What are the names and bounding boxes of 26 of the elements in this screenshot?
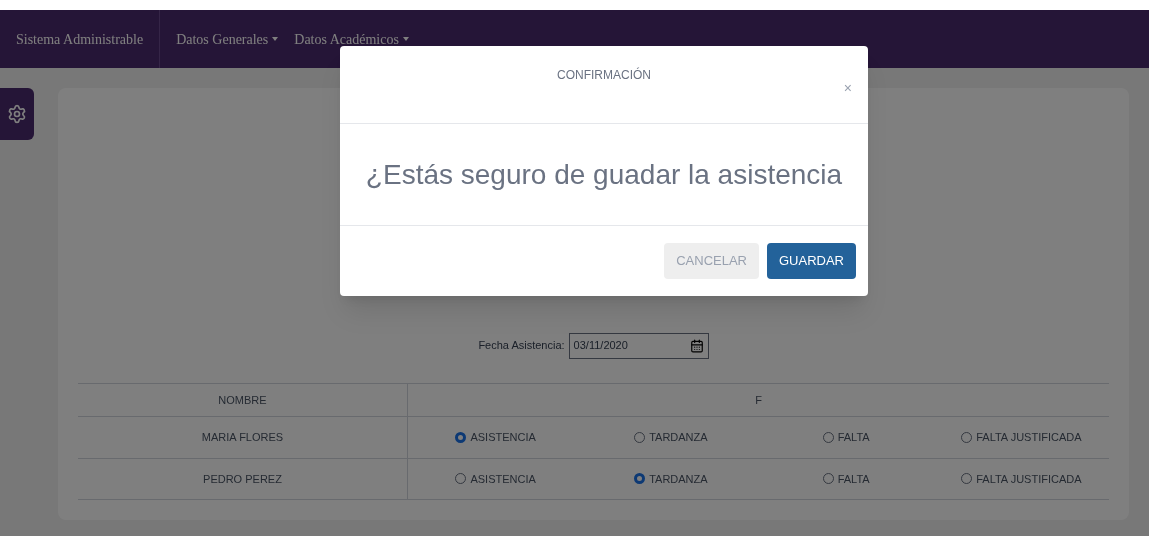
- dialog-title: CONFIRMACIÓN: [557, 66, 651, 84]
- settings-button[interactable]: [0, 88, 34, 140]
- attendance-radio[interactable]: TARDANZA: [634, 429, 708, 446]
- dialog-message: ¿Estás seguro de guadar la asistencia: [365, 157, 843, 192]
- attendance-radio[interactable]: FALTA JUSTIFICADA: [961, 470, 1082, 487]
- name-cell: MARIA FLORES: [78, 417, 408, 459]
- column-header: NOMBRE: [78, 383, 408, 417]
- attendance-radio[interactable]: ASISTENCIA: [455, 429, 536, 446]
- attendance-radio[interactable]: FALTA: [822, 470, 870, 487]
- calendar-icon: [689, 338, 704, 353]
- column-header: F: [408, 383, 1109, 417]
- date-field[interactable]: 03/11/2020: [568, 332, 709, 359]
- name-cell: PEDRO PEREZ: [78, 458, 408, 500]
- attendance-radio[interactable]: TARDANZA: [634, 470, 708, 487]
- attendance-radio[interactable]: FALTA JUSTIFICADA: [961, 429, 1082, 446]
- nav-menu[interactable]: Datos Generales: [176, 28, 279, 50]
- close-button[interactable]: ×: [843, 78, 852, 99]
- settings-icon: [7, 104, 27, 124]
- save-button[interactable]: GUARDAR: [767, 243, 856, 279]
- nav-menu[interactable]: Datos Académicos: [294, 28, 409, 50]
- attendance-radio[interactable]: ASISTENCIA: [455, 470, 536, 487]
- cancel-button[interactable]: CANCELAR: [664, 243, 759, 279]
- caret-icon: [272, 37, 279, 41]
- attendance-radio[interactable]: FALTA: [822, 429, 870, 446]
- caret-icon: [402, 37, 409, 41]
- date-label: Fecha Asistencia:: [478, 338, 565, 354]
